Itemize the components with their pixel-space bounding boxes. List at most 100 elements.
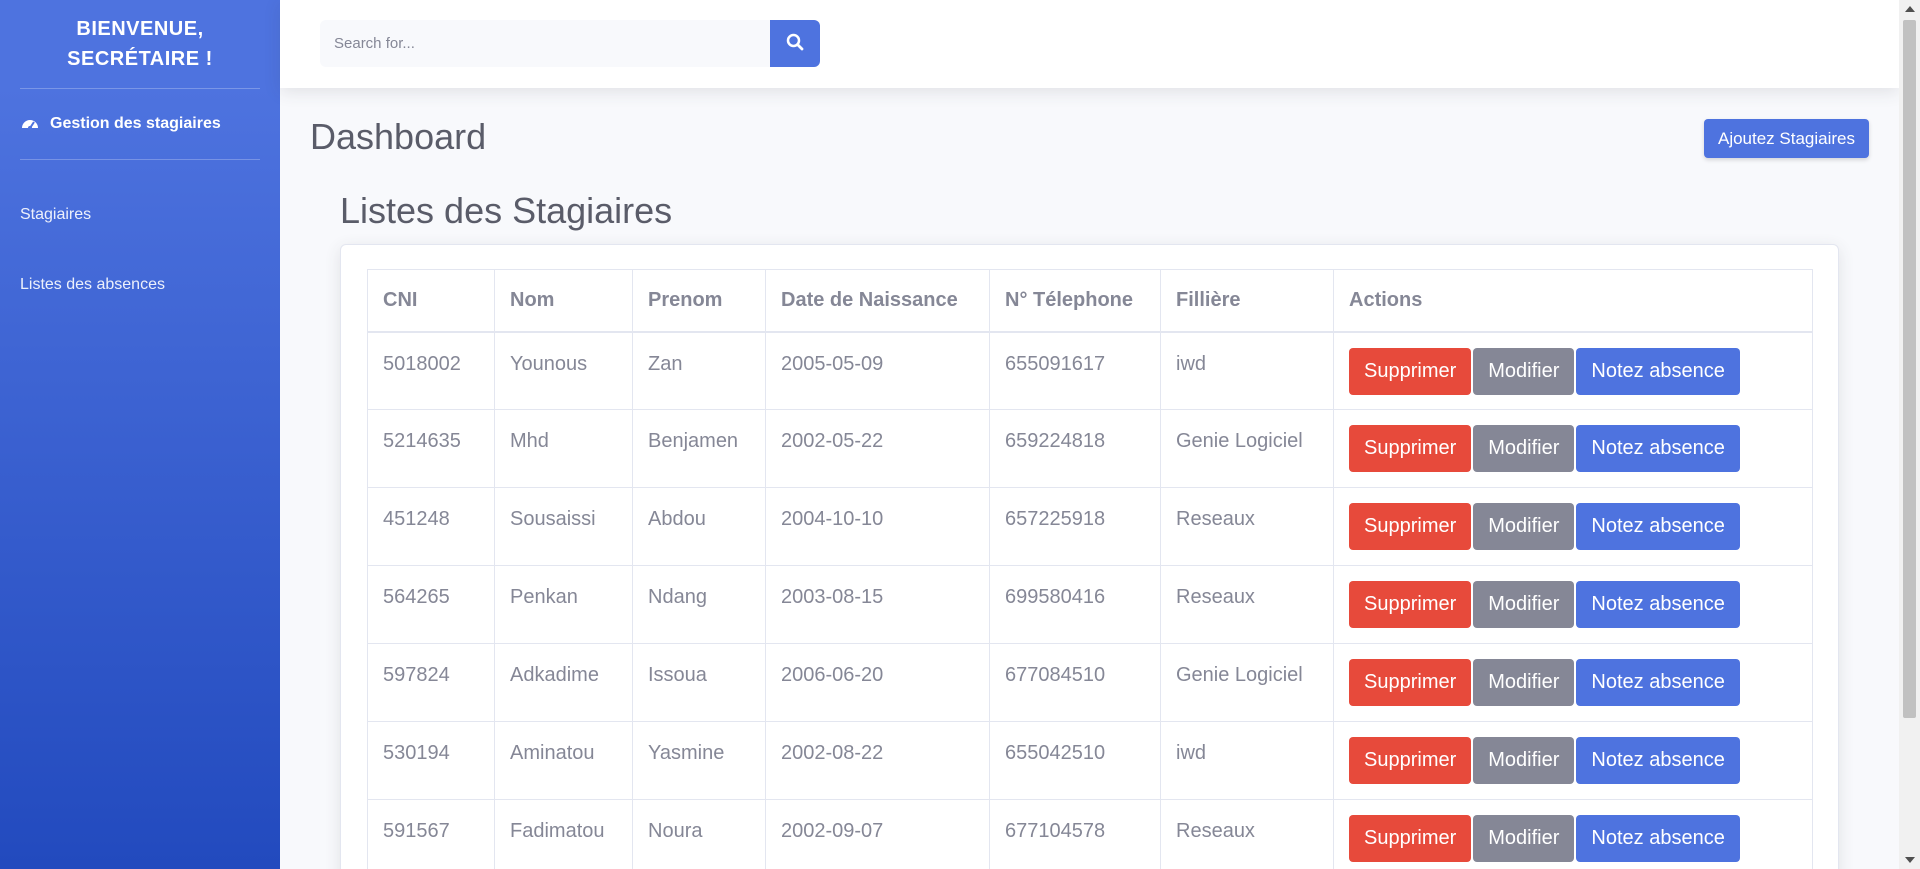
cell-cni: 5214635 bbox=[367, 409, 495, 488]
stagiaires-table: CNI Nom Prenom Date de Naissance N° Téle… bbox=[367, 269, 1813, 869]
page-title: Dashboard bbox=[310, 116, 487, 157]
cell-nom: Sousaissi bbox=[494, 487, 633, 566]
cell-nom: Aminatou bbox=[494, 721, 633, 800]
delete-button[interactable]: Supprimer bbox=[1349, 659, 1472, 706]
cell-prenom: Yasmine bbox=[632, 721, 766, 800]
table-header-row: CNI Nom Prenom Date de Naissance N° Téle… bbox=[367, 269, 1813, 333]
header-prenom: Prenom bbox=[632, 269, 766, 333]
edit-button[interactable]: Modifier bbox=[1473, 659, 1575, 706]
delete-button[interactable]: Supprimer bbox=[1349, 737, 1472, 784]
cell-date: 2005-05-09 bbox=[765, 331, 990, 410]
scroll-down-icon[interactable] bbox=[1905, 857, 1915, 863]
header-cni: CNI bbox=[367, 269, 495, 333]
cell-date: 2002-05-22 bbox=[765, 409, 990, 488]
cell-actions: Supprimer Modifier Notez absence bbox=[1333, 487, 1813, 566]
cell-prenom: Zan bbox=[632, 331, 766, 410]
topbar bbox=[280, 0, 1899, 88]
delete-button[interactable]: Supprimer bbox=[1349, 581, 1472, 628]
cell-filiere: iwd bbox=[1160, 331, 1334, 410]
header-date: Date de Naissance bbox=[765, 269, 990, 333]
cell-actions: Supprimer Modifier Notez absence bbox=[1333, 643, 1813, 722]
cell-telephone: 655042510 bbox=[989, 721, 1161, 800]
scroll-up-icon[interactable] bbox=[1905, 6, 1915, 12]
table-row: 591567 Fadimatou Noura 2002-09-07 677104578 R… bbox=[367, 799, 1813, 869]
cell-date: 2006-06-20 bbox=[765, 643, 990, 722]
cell-telephone: 657225918 bbox=[989, 487, 1161, 566]
table-row: 597824 Adkadime Issoua 2006-06-20 677084510 G… bbox=[367, 643, 1813, 722]
note-absence-button[interactable]: Notez absence bbox=[1576, 737, 1740, 784]
edit-button[interactable]: Modifier bbox=[1473, 503, 1575, 550]
header-nom: Nom bbox=[494, 269, 633, 333]
delete-button[interactable]: Supprimer bbox=[1349, 347, 1472, 395]
sidebar-brand[interactable]: BIENVENUE, SECRÉTAIRE ! bbox=[0, 0, 280, 88]
table-row: 5214635 Mhd Benjamen 2002-05-22 659224818 Gen… bbox=[367, 409, 1813, 488]
stagiaires-card: CNI Nom Prenom Date de Naissance N° Téle… bbox=[340, 244, 1839, 869]
delete-button[interactable]: Supprimer bbox=[1349, 425, 1472, 472]
header-actions: Actions bbox=[1333, 269, 1813, 333]
cell-nom: Younous bbox=[494, 331, 633, 410]
note-absence-button[interactable]: Notez absence bbox=[1576, 425, 1740, 472]
search-input[interactable] bbox=[320, 20, 770, 67]
note-absence-button[interactable]: Notez absence bbox=[1576, 347, 1740, 395]
cell-cni: 591567 bbox=[367, 799, 495, 869]
cell-nom: Penkan bbox=[494, 565, 633, 644]
note-absence-button[interactable]: Notez absence bbox=[1576, 581, 1740, 628]
cell-prenom: Ndang bbox=[632, 565, 766, 644]
search-button[interactable] bbox=[770, 20, 820, 67]
list-title: Listes des Stagiaires bbox=[340, 190, 673, 231]
cell-cni: 5018002 bbox=[367, 331, 495, 410]
cell-date: 2002-09-07 bbox=[765, 799, 990, 869]
tachometer-icon bbox=[20, 114, 40, 134]
note-absence-button[interactable]: Notez absence bbox=[1576, 659, 1740, 706]
edit-button[interactable]: Modifier bbox=[1473, 425, 1575, 472]
cell-actions: Supprimer Modifier Notez absence bbox=[1333, 799, 1813, 869]
cell-filiere: iwd bbox=[1160, 721, 1334, 800]
edit-button[interactable]: Modifier bbox=[1473, 347, 1575, 395]
cell-actions: Supprimer Modifier Notez absence bbox=[1333, 565, 1813, 644]
cell-actions: Supprimer Modifier Notez absence bbox=[1333, 331, 1813, 410]
sidebar-item-stagiaires[interactable]: Stagiaires bbox=[0, 180, 280, 250]
cell-prenom: Noura bbox=[632, 799, 766, 869]
header-filiere: Fillière bbox=[1160, 269, 1334, 333]
cell-cni: 530194 bbox=[367, 721, 495, 800]
cell-filiere: Reseaux bbox=[1160, 565, 1334, 644]
sidebar-item-absences[interactable]: Listes des absences bbox=[0, 250, 280, 320]
edit-button[interactable]: Modifier bbox=[1473, 815, 1575, 862]
cell-actions: Supprimer Modifier Notez absence bbox=[1333, 721, 1813, 800]
sidebar: BIENVENUE, SECRÉTAIRE ! Gestion des stag… bbox=[0, 0, 280, 869]
cell-date: 2003-08-15 bbox=[765, 565, 990, 644]
delete-button[interactable]: Supprimer bbox=[1349, 503, 1472, 550]
cell-filiere: Genie Logiciel bbox=[1160, 643, 1334, 722]
table-row: 451248 Sousaissi Abdou 2004-10-10 657225918 R… bbox=[367, 487, 1813, 566]
cell-date: 2004-10-10 bbox=[765, 487, 990, 566]
scroll-thumb[interactable] bbox=[1903, 20, 1916, 718]
cell-nom: Fadimatou bbox=[494, 799, 633, 869]
cell-prenom: Benjamen bbox=[632, 409, 766, 488]
cell-cni: 451248 bbox=[367, 487, 495, 566]
sidebar-item-label: Gestion des stagiaires bbox=[50, 115, 221, 132]
add-stagiaire-button[interactable]: Ajoutez Stagiaires bbox=[1704, 119, 1869, 158]
cell-nom: Adkadime bbox=[494, 643, 633, 722]
cell-nom: Mhd bbox=[494, 409, 633, 488]
edit-button[interactable]: Modifier bbox=[1473, 737, 1575, 784]
header-telephone: N° Télephone bbox=[989, 269, 1161, 333]
cell-telephone: 677104578 bbox=[989, 799, 1161, 869]
cell-filiere: Reseaux bbox=[1160, 799, 1334, 869]
cell-telephone: 659224818 bbox=[989, 409, 1161, 488]
scrollbar[interactable] bbox=[1899, 0, 1920, 869]
cell-date: 2002-08-22 bbox=[765, 721, 990, 800]
cell-telephone: 655091617 bbox=[989, 331, 1161, 410]
cell-filiere: Genie Logiciel bbox=[1160, 409, 1334, 488]
cell-actions: Supprimer Modifier Notez absence bbox=[1333, 409, 1813, 488]
cell-cni: 597824 bbox=[367, 643, 495, 722]
cell-prenom: Issoua bbox=[632, 643, 766, 722]
table-row: 564265 Penkan Ndang 2003-08-15 699580416 Rese… bbox=[367, 565, 1813, 644]
note-absence-button[interactable]: Notez absence bbox=[1576, 815, 1740, 862]
search-icon bbox=[786, 33, 804, 54]
delete-button[interactable]: Supprimer bbox=[1349, 815, 1472, 862]
edit-button[interactable]: Modifier bbox=[1473, 581, 1575, 628]
sidebar-item-gestion[interactable]: Gestion des stagiaires bbox=[0, 89, 280, 159]
note-absence-button[interactable]: Notez absence bbox=[1576, 503, 1740, 550]
cell-filiere: Reseaux bbox=[1160, 487, 1334, 566]
cell-telephone: 677084510 bbox=[989, 643, 1161, 722]
